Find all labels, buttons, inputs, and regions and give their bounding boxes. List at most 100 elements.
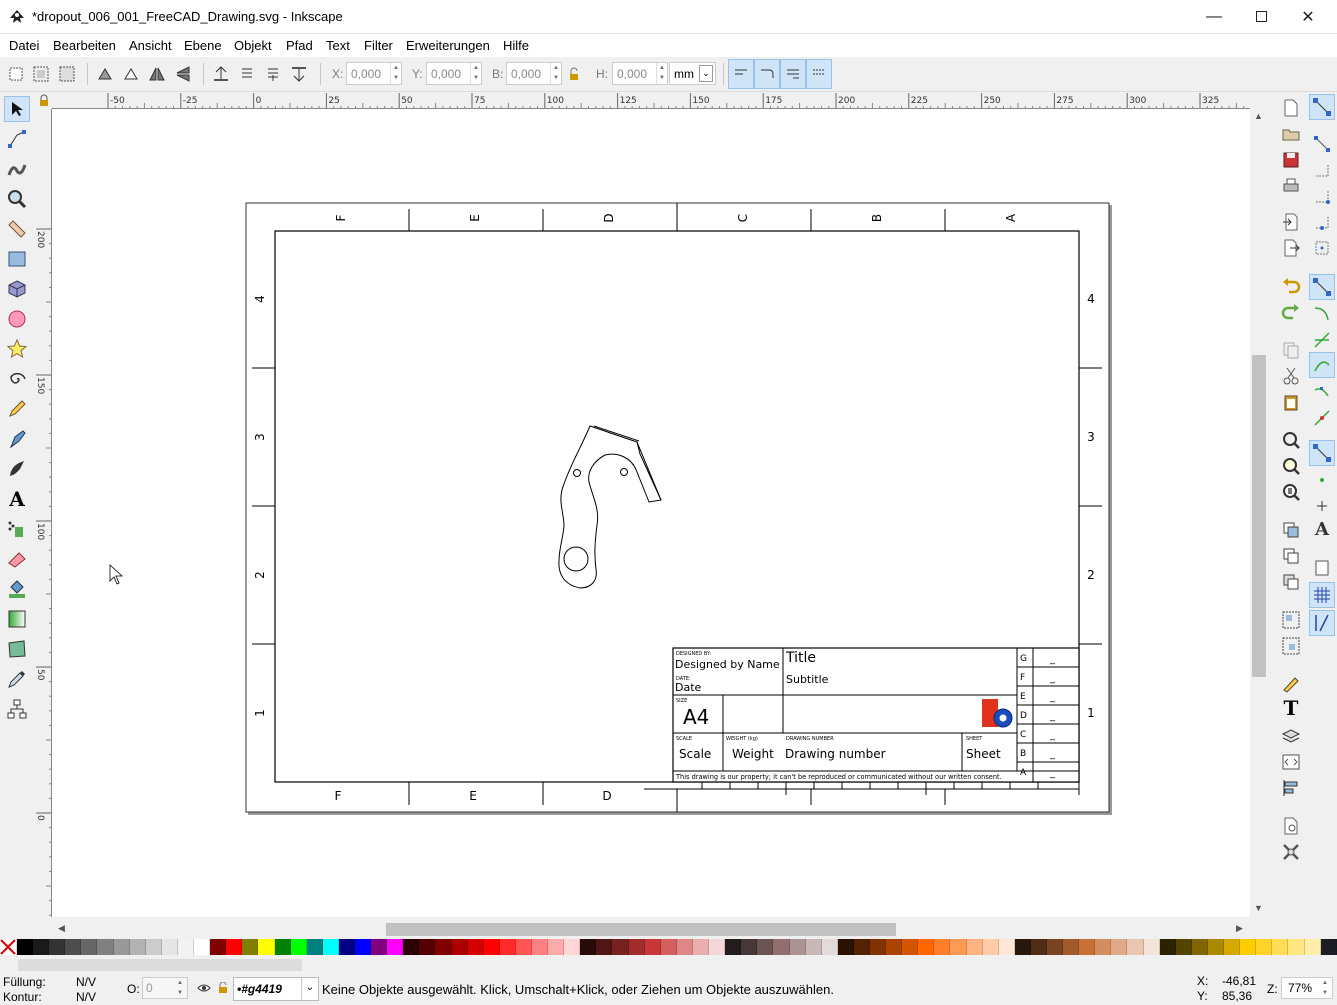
horizontal-ruler[interactable]: -50 -25 0 25 50 75 100 125 150 175 200 225 250 275 300… — [52, 93, 1250, 109]
y-stepper[interactable]: ▲ ▼ — [470, 63, 481, 84]
color-swatch[interactable] — [821, 939, 838, 955]
align-distribute-icon[interactable] — [1281, 778, 1301, 798]
color-swatch[interactable] — [773, 939, 790, 955]
color-swatch[interactable] — [660, 939, 677, 955]
zoom-selection-icon[interactable] — [1281, 430, 1301, 450]
color-swatch[interactable] — [65, 939, 82, 955]
drawing-canvas[interactable]: F E D C B A F E D 4 3 2 1 4 3 2 1 DESIGN… — [52, 109, 1250, 917]
color-swatch[interactable] — [548, 939, 565, 955]
transform-gradients-toggle[interactable] — [780, 59, 806, 89]
raise-to-top-icon[interactable] — [212, 65, 230, 83]
gradient-tool[interactable] — [4, 606, 30, 632]
color-swatch[interactable] — [853, 939, 870, 955]
zoom-page-icon[interactable] — [1281, 482, 1301, 502]
eye-icon[interactable] — [197, 983, 211, 993]
color-swatch[interactable] — [258, 939, 275, 955]
color-swatch[interactable] — [194, 939, 211, 955]
snap-page-border-icon[interactable] — [1312, 558, 1332, 578]
star-tool[interactable] — [4, 336, 30, 362]
horizontal-scrollbar[interactable]: ◀ ▶ — [52, 921, 1250, 938]
color-swatch[interactable] — [451, 939, 468, 955]
color-swatch[interactable] — [692, 939, 710, 955]
snap-paths-icon[interactable] — [1312, 304, 1332, 324]
color-swatch[interactable] — [515, 939, 532, 955]
width-input[interactable]: 0,000 ▲ ▼ — [506, 62, 562, 85]
select-all-icon[interactable] — [7, 65, 25, 83]
x-input[interactable]: 0,000 ▲ ▼ — [346, 62, 402, 85]
menu-text[interactable]: Text — [326, 38, 350, 53]
new-document-icon[interactable] — [1281, 98, 1301, 118]
scroll-down-icon[interactable]: ▼ — [1254, 903, 1263, 913]
color-swatch[interactable] — [1175, 939, 1192, 955]
color-swatch[interactable] — [1272, 939, 1289, 955]
xml-editor-icon[interactable] — [1281, 752, 1301, 772]
color-swatch[interactable] — [1111, 939, 1128, 955]
color-swatch[interactable] — [950, 939, 967, 955]
select-all-layers-icon[interactable] — [32, 65, 50, 83]
color-swatch[interactable] — [886, 939, 903, 955]
color-swatch[interactable] — [33, 939, 50, 955]
color-swatch[interactable] — [918, 939, 935, 955]
horizontal-scroll-thumb[interactable] — [386, 923, 896, 936]
color-swatch[interactable] — [226, 939, 243, 955]
snap-others-toggle[interactable] — [1309, 440, 1335, 466]
text-tool[interactable]: A — [4, 486, 30, 512]
snap-bbox-center-icon[interactable] — [1312, 238, 1332, 258]
color-swatch[interactable] — [1288, 939, 1305, 955]
zoom-stepper[interactable]: ▲ ▼ — [1322, 978, 1332, 998]
snap-rotation-center-icon[interactable] — [1312, 496, 1332, 516]
scroll-right-icon[interactable]: ▶ — [1236, 923, 1243, 934]
color-swatch[interactable] — [998, 939, 1015, 955]
export-icon[interactable] — [1281, 238, 1301, 258]
color-swatch[interactable] — [129, 939, 146, 955]
color-swatch[interactable] — [435, 939, 452, 955]
color-swatch[interactable] — [1304, 939, 1321, 955]
menu-ansicht[interactable]: Ansicht — [129, 38, 172, 53]
color-swatch[interactable] — [757, 939, 774, 955]
fill-stroke-icon[interactable] — [1281, 674, 1301, 694]
color-swatch[interactable] — [274, 939, 291, 955]
color-swatch[interactable] — [49, 939, 66, 955]
zoom-drawing-icon[interactable] — [1281, 456, 1301, 476]
document-properties-icon[interactable] — [1281, 816, 1301, 836]
color-swatch[interactable] — [403, 939, 420, 955]
color-swatch[interactable] — [1014, 939, 1031, 955]
color-swatch[interactable] — [1047, 939, 1064, 955]
layers-icon[interactable] — [1281, 726, 1301, 746]
rotate-ccw-icon[interactable] — [96, 65, 114, 83]
menu-ebene[interactable]: Ebene — [184, 38, 222, 53]
snap-text-baseline-icon[interactable]: A — [1312, 520, 1332, 540]
pencil-tool[interactable] — [4, 396, 30, 422]
fill-value[interactable]: N/V — [76, 975, 96, 989]
layer-select[interactable]: •#g4419 ⌄ — [233, 977, 319, 1001]
menu-erweiterungen[interactable]: Erweiterungen — [406, 38, 490, 53]
spray-tool[interactable] — [4, 516, 30, 542]
paint-bucket-tool[interactable] — [4, 576, 30, 602]
height-stepper[interactable]: ▲ ▼ — [656, 63, 667, 84]
eraser-tool[interactable] — [4, 546, 30, 572]
open-folder-icon[interactable] — [1281, 124, 1301, 144]
color-swatch[interactable] — [1030, 939, 1047, 955]
raise-icon[interactable] — [238, 65, 256, 83]
save-icon[interactable] — [1281, 150, 1301, 170]
color-swatch[interactable] — [612, 939, 629, 955]
selector-tool[interactable] — [4, 96, 30, 122]
deselect-icon[interactable] — [58, 65, 76, 83]
transform-patterns-toggle[interactable] — [806, 59, 832, 89]
color-swatch[interactable] — [483, 939, 500, 955]
height-input[interactable]: 0,000 ▲ ▼ — [612, 62, 668, 85]
y-input[interactable]: 0,000 ▲ ▼ — [426, 62, 482, 85]
stroke-value[interactable]: N/V — [76, 990, 96, 1004]
ungroup-icon[interactable] — [1281, 636, 1301, 656]
color-swatch[interactable] — [322, 939, 339, 955]
snap-enable-toggle[interactable] — [1309, 94, 1335, 120]
color-swatch[interactable] — [580, 939, 597, 955]
zoom-input[interactable]: 77% ▲ ▼ — [1281, 977, 1333, 999]
group-icon[interactable] — [1281, 610, 1301, 630]
scale-corners-toggle[interactable] — [754, 59, 780, 89]
color-swatch[interactable] — [805, 939, 822, 955]
color-swatch[interactable] — [564, 939, 581, 955]
snap-bbox-icon[interactable] — [1312, 134, 1332, 154]
color-swatch[interactable] — [741, 939, 758, 955]
unlink-clone-icon[interactable] — [1281, 572, 1301, 592]
